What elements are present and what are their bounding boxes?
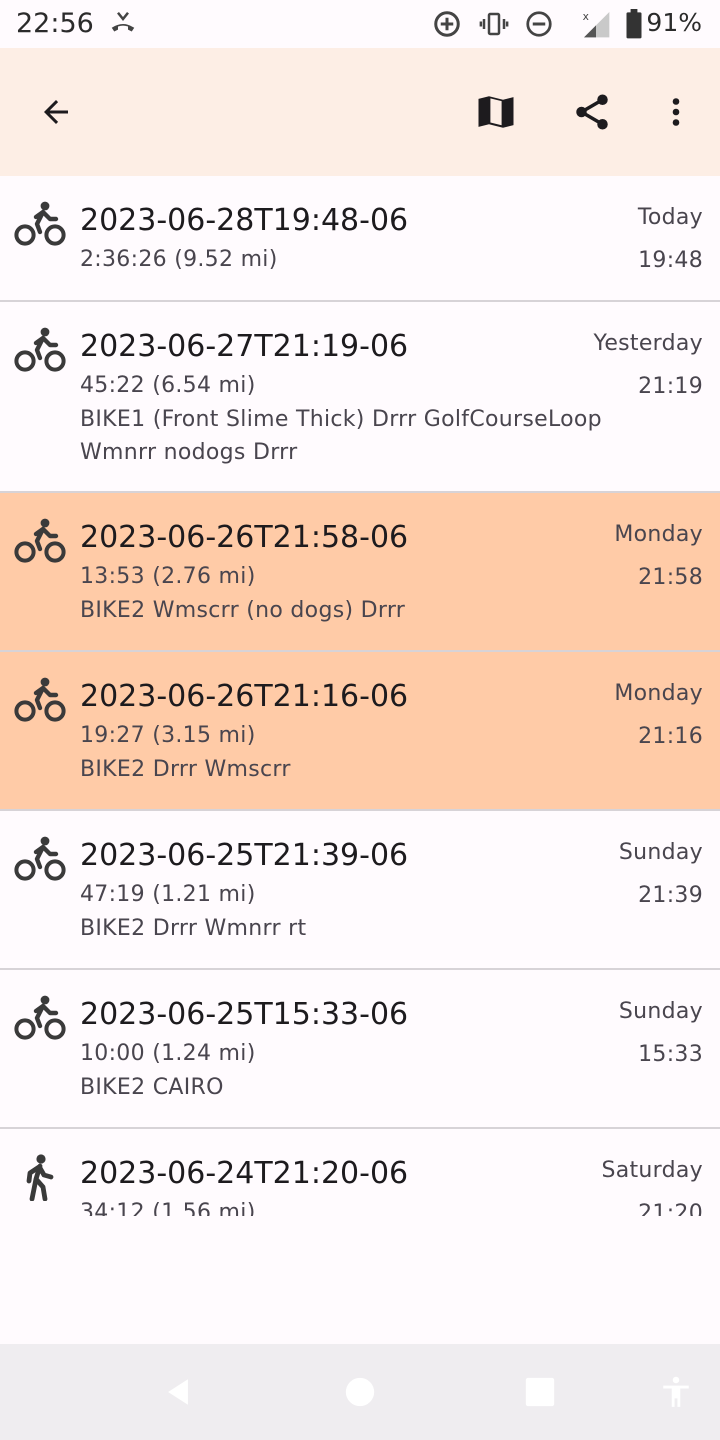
track-note: BIKE2 Drrr Wmscrr [80,757,291,782]
accessibility-button[interactable] [652,1368,700,1416]
bicycle-icon [14,201,66,246]
track-title: 2023-06-25T21:39-06 [80,838,409,873]
track-row-selected[interactable]: 2023-06-26T21:16-06 19:27 (3.15 mi) BIKE… [0,652,720,811]
track-duration: 10:00 (1.24 mi) [80,1041,256,1066]
track-title: 2023-06-28T19:48-06 [80,203,409,238]
track-title: 2023-06-26T21:58-06 [80,520,409,555]
bicycle-icon [14,677,66,722]
nav-back-icon [168,1379,188,1405]
track-day: Today [637,205,703,230]
track-day: Yesterday [593,331,703,356]
track-time: 21:16 [638,724,703,749]
track-row-selected[interactable]: 2023-06-26T21:58-06 13:53 (2.76 mi) BIKE… [0,493,720,652]
track-day: Sunday [618,999,703,1024]
share-button[interactable] [568,88,616,136]
track-note: BIKE2 Drrr Wmnrr rt [80,916,307,941]
track-title: 2023-06-24T21:20-06 [80,1156,409,1191]
status-bar: 22:56 x 91% [0,0,720,48]
track-day: Saturday [601,1158,703,1183]
vibrate-icon [478,8,510,40]
call-forwarding-icon [108,8,138,40]
track-row[interactable]: 2023-06-25T15:33-06 10:00 (1.24 mi) BIKE… [0,970,720,1129]
nav-home-button[interactable] [336,1368,384,1416]
do-not-disturb-icon [524,8,554,40]
track-row[interactable]: 2023-06-25T21:39-06 47:19 (1.21 mi) BIKE… [0,811,720,970]
nav-recents-button[interactable] [516,1368,564,1416]
track-day: Monday [614,522,703,547]
more-vert-icon [672,98,680,126]
track-note: BIKE1 (Front Slime Thick) Drrr GolfCours… [80,407,602,465]
share-icon [576,94,608,130]
map-button[interactable] [472,88,520,136]
nav-recents-icon [525,1377,555,1407]
battery-percentage: 91% [646,8,702,37]
track-list[interactable]: 2023-06-28T19:48-06 2:36:26 (9.52 mi) To… [0,176,720,1216]
track-title: 2023-06-25T15:33-06 [80,997,409,1032]
track-time: 19:48 [638,248,703,273]
signal-no-data-icon: x [578,8,614,40]
track-duration: 19:27 (3.15 mi) [80,723,256,748]
track-title: 2023-06-26T21:16-06 [80,679,409,714]
more-options-button[interactable] [652,88,700,136]
track-row[interactable]: 2023-06-24T21:20-06 34:12 (1.56 mi) Satu… [0,1129,720,1216]
track-duration: 45:22 (6.54 mi) [80,373,256,398]
system-navigation-bar [0,1344,720,1440]
accessibility-icon [663,1376,689,1407]
battery-icon [624,8,644,40]
walking-icon [26,1154,54,1201]
status-time: 22:56 [16,8,94,39]
track-time: 21:39 [638,883,703,908]
track-duration: 34:12 (1.56 mi) [80,1200,256,1216]
track-row[interactable]: 2023-06-27T21:19-06 45:22 (6.54 mi) BIKE… [0,302,720,493]
track-day: Monday [614,681,703,706]
nav-back-button[interactable] [154,1368,202,1416]
track-time: 21:19 [638,374,703,399]
track-note: BIKE2 CAIRO [80,1075,224,1100]
track-time: 21:20 [638,1201,703,1216]
track-duration: 2:36:26 (9.52 mi) [80,247,278,272]
map-icon [478,96,514,128]
track-day: Sunday [618,840,703,865]
bicycle-icon [14,518,66,563]
data-saver-icon [432,8,462,40]
track-time: 21:58 [638,565,703,590]
track-title: 2023-06-27T21:19-06 [80,329,409,364]
track-duration: 47:19 (1.21 mi) [80,882,256,907]
app-bar [0,48,720,176]
nav-home-icon [345,1377,375,1407]
svg-text:x: x [583,10,589,23]
track-note: BIKE2 Wmscrr (no dogs) Drrr [80,598,406,623]
track-duration: 13:53 (2.76 mi) [80,564,256,589]
bicycle-icon [14,836,66,881]
back-arrow-icon [44,100,68,124]
bicycle-icon [14,327,66,372]
back-button[interactable] [32,88,80,136]
track-row[interactable]: 2023-06-28T19:48-06 2:36:26 (9.52 mi) To… [0,176,720,302]
bicycle-icon [14,995,66,1040]
track-time: 15:33 [638,1042,703,1067]
